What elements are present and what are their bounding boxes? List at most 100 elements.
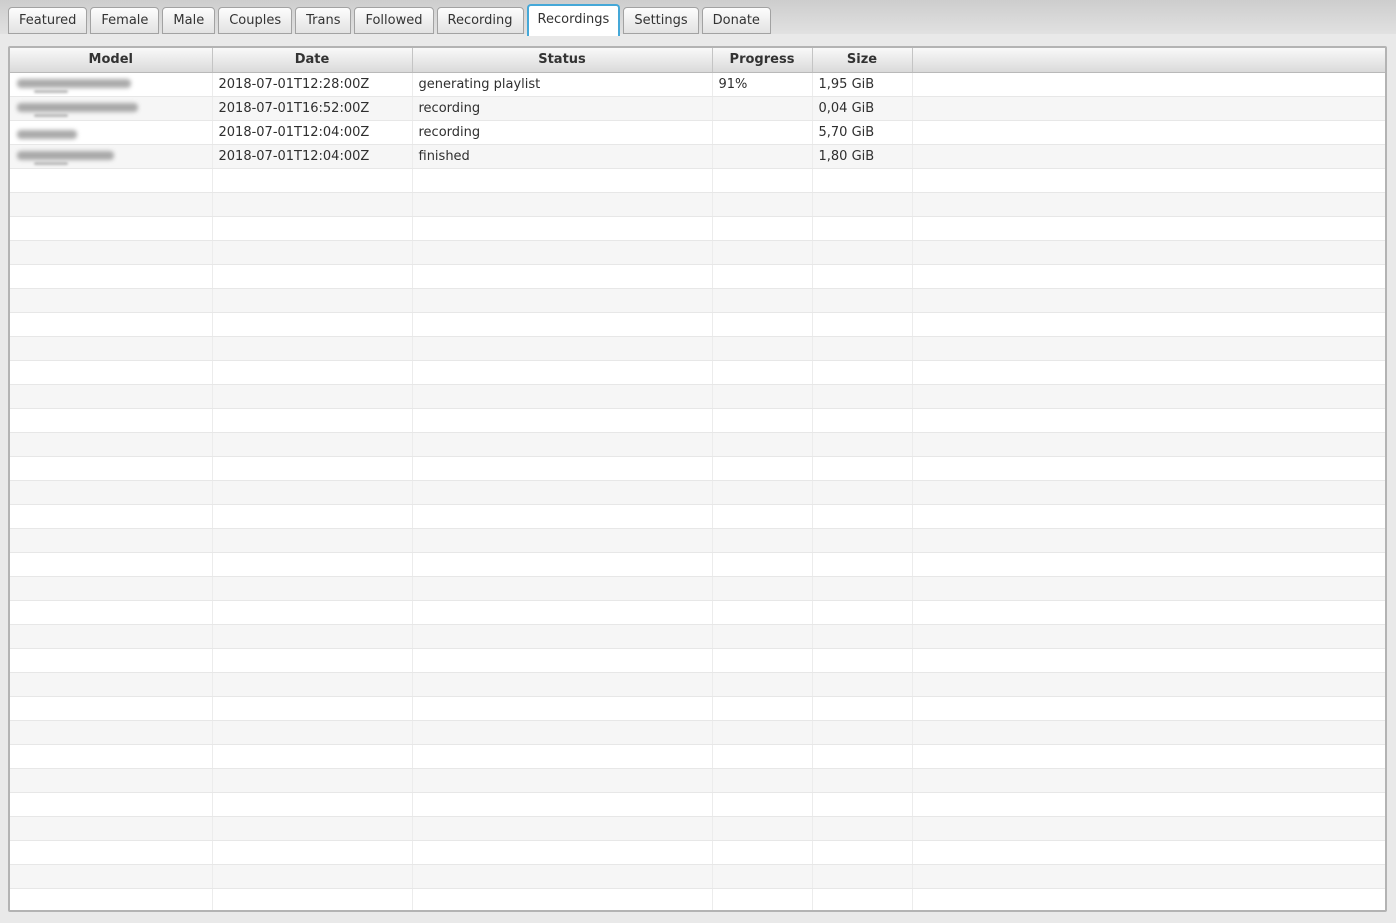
tab-couples[interactable]: Couples <box>218 7 293 34</box>
table-row[interactable]: 2018-07-01T12:04:00Z recording 5,70 GiB <box>10 120 1385 145</box>
column-header-model[interactable]: Model <box>10 48 213 73</box>
cell-size: 1,95 GiB <box>812 72 913 97</box>
empty-cell <box>10 216 213 241</box>
empty-cell <box>712 456 813 481</box>
empty-cell <box>812 360 913 385</box>
column-header-progress[interactable]: Progress <box>712 48 813 73</box>
empty-cell <box>10 432 213 457</box>
empty-cell <box>712 600 813 625</box>
column-header-empty[interactable] <box>912 48 1385 73</box>
empty-cell <box>10 816 213 841</box>
table-body: 2018-07-01T12:28:00Z generating playlist 9… <box>10 72 1385 910</box>
empty-cell <box>212 312 413 337</box>
redacted-model-name <box>17 103 138 112</box>
empty-row <box>10 240 1385 265</box>
empty-cell <box>412 864 713 889</box>
empty-cell <box>912 360 1385 385</box>
empty-cell <box>912 624 1385 649</box>
app-window: { "colors": { "active_tab_border": "#45a… <box>0 0 1396 923</box>
empty-cell <box>712 312 813 337</box>
empty-row <box>10 888 1385 910</box>
empty-row <box>10 600 1385 625</box>
empty-cell <box>712 216 813 241</box>
empty-cell <box>912 264 1385 289</box>
tab-female[interactable]: Female <box>90 7 160 34</box>
recordings-table: Model Date Status Progress Size 2018-07-01T1… <box>10 48 1385 910</box>
empty-cell <box>212 528 413 553</box>
empty-cell <box>412 552 713 577</box>
empty-cell <box>812 816 913 841</box>
cell-size: 0,04 GiB <box>812 96 913 121</box>
empty-cell <box>10 480 213 505</box>
cell-status: generating playlist <box>412 72 713 97</box>
table-header-row: Model Date Status Progress Size <box>10 48 1385 73</box>
column-header-size[interactable]: Size <box>812 48 913 73</box>
empty-cell <box>812 528 913 553</box>
empty-cell <box>812 720 913 745</box>
cell-date: 2018-07-01T12:28:00Z <box>212 72 413 97</box>
empty-cell <box>212 216 413 241</box>
empty-cell <box>212 288 413 313</box>
empty-cell <box>412 888 713 910</box>
empty-row <box>10 816 1385 841</box>
cell-extra <box>912 96 1385 121</box>
empty-cell <box>912 600 1385 625</box>
table-row[interactable]: 2018-07-01T12:04:00Z finished 1,80 GiB <box>10 144 1385 169</box>
empty-cell <box>812 216 913 241</box>
cell-progress: 91% <box>712 72 813 97</box>
empty-cell <box>712 528 813 553</box>
tab-recordings[interactable]: Recordings <box>526 4 621 36</box>
table-row[interactable]: 2018-07-01T12:28:00Z generating playlist 9… <box>10 72 1385 97</box>
empty-cell <box>912 456 1385 481</box>
empty-cell <box>212 360 413 385</box>
empty-cell <box>412 696 713 721</box>
tab-followed[interactable]: Followed <box>354 7 434 34</box>
empty-row <box>10 624 1385 649</box>
empty-cell <box>812 840 913 865</box>
empty-row <box>10 336 1385 361</box>
column-header-date[interactable]: Date <box>212 48 413 73</box>
empty-cell <box>712 264 813 289</box>
empty-cell <box>412 504 713 529</box>
empty-cell <box>812 480 913 505</box>
empty-row <box>10 864 1385 889</box>
empty-cell <box>412 192 713 217</box>
redacted-model-name-fragment <box>34 114 68 117</box>
empty-cell <box>712 432 813 457</box>
cell-progress <box>712 96 813 121</box>
empty-cell <box>412 576 713 601</box>
empty-cell <box>812 744 913 769</box>
empty-cell <box>712 360 813 385</box>
empty-cell <box>412 792 713 817</box>
column-header-status[interactable]: Status <box>412 48 713 73</box>
empty-cell <box>212 336 413 361</box>
empty-cell <box>712 192 813 217</box>
empty-cell <box>812 576 913 601</box>
empty-row <box>10 528 1385 553</box>
empty-cell <box>712 504 813 529</box>
table-row[interactable]: 2018-07-01T16:52:00Z recording 0,04 GiB <box>10 96 1385 121</box>
empty-row <box>10 432 1385 457</box>
empty-cell <box>412 816 713 841</box>
empty-cell <box>812 456 913 481</box>
cell-model <box>10 72 213 97</box>
tab-featured[interactable]: Featured <box>8 7 88 34</box>
empty-row <box>10 504 1385 529</box>
cell-extra <box>912 144 1385 169</box>
empty-cell <box>912 336 1385 361</box>
empty-cell <box>10 720 213 745</box>
tab-settings[interactable]: Settings <box>623 7 699 34</box>
tab-recording[interactable]: Recording <box>436 7 524 34</box>
tab-male[interactable]: Male <box>162 7 216 34</box>
empty-cell <box>812 864 913 889</box>
empty-cell <box>812 264 913 289</box>
empty-cell <box>10 312 213 337</box>
tab-trans[interactable]: Trans <box>295 7 352 34</box>
empty-cell <box>212 384 413 409</box>
empty-row <box>10 792 1385 817</box>
empty-cell <box>712 888 813 910</box>
tab-donate[interactable]: Donate <box>701 7 771 34</box>
empty-cell <box>212 648 413 673</box>
empty-row <box>10 576 1385 601</box>
empty-cell <box>912 168 1385 193</box>
